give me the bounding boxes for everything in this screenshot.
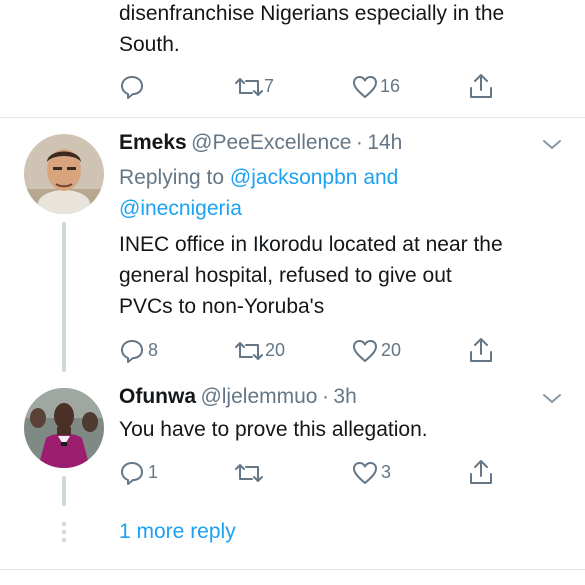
retweet-count: 7 [264, 76, 275, 96]
share-icon [470, 74, 492, 98]
mention-link[interactable]: @jacksonpbn [230, 166, 358, 189]
timestamp[interactable]: 3h [333, 385, 356, 408]
reply-button-top[interactable] [119, 74, 145, 102]
like-icon [353, 340, 377, 362]
like-button[interactable]: 3 [352, 460, 412, 488]
reply-count: 1 [148, 462, 159, 482]
more-options-button[interactable] [540, 134, 564, 159]
reply-count: 8 [148, 340, 159, 360]
replying-to: Replying to @jacksonpbn and @inecnigeria [119, 166, 399, 220]
tweet-header: Emeks @PeeExcellence · 14h [119, 131, 402, 155]
chevron-down-icon [543, 394, 561, 403]
chevron-down-icon [543, 140, 561, 149]
more-options-button[interactable] [540, 388, 564, 413]
tweet-text: You have to prove this allegation. [119, 418, 428, 441]
retweet-count: 20 [265, 340, 286, 360]
reply-button[interactable]: 1 [119, 460, 179, 488]
display-name[interactable]: Emeks [119, 131, 187, 154]
retweet-icon [235, 342, 263, 360]
retweet-icon [235, 78, 263, 96]
share-icon [470, 460, 492, 484]
like-count: 3 [381, 462, 392, 482]
divider [0, 117, 585, 118]
divider [0, 569, 585, 570]
like-count: 20 [381, 340, 402, 360]
user-handle[interactable]: @ljelemmuo [200, 385, 317, 408]
share-button[interactable] [467, 336, 495, 364]
thread-line [62, 222, 66, 372]
like-count: 16 [380, 76, 401, 96]
avatar[interactable] [24, 388, 104, 468]
tweet-header: Ofunwa @ljelemmuo · 3h [119, 385, 357, 409]
share-icon [470, 338, 492, 362]
tweet-text: INEC office in Ikorodu located at near t… [119, 233, 503, 318]
reply-icon [121, 340, 143, 363]
separator: · [321, 385, 329, 408]
timestamp[interactable]: 14h [367, 131, 402, 154]
retweet-button[interactable] [234, 460, 274, 488]
reply-button[interactable]: 8 [119, 338, 179, 366]
more-replies-link[interactable]: 1 more reply [119, 520, 236, 544]
user-handle[interactable]: @PeeExcellence [191, 131, 351, 154]
avatar[interactable] [24, 134, 104, 214]
mention-link[interactable]: @inecnigeria [119, 197, 242, 220]
like-icon [353, 462, 377, 484]
separator: · [355, 131, 363, 154]
reply-icon [121, 76, 143, 99]
display-name[interactable]: Ofunwa [119, 385, 196, 408]
share-button-top[interactable] [467, 72, 495, 100]
tweet-text-top: disenfranchise Nigerians especially in t… [119, 2, 505, 56]
more-replies-dots [62, 522, 66, 542]
retweet-icon [235, 464, 263, 482]
thread-line [62, 476, 66, 506]
retweet-button[interactable]: 20 [234, 338, 304, 366]
retweet-button-top[interactable]: 7 [234, 74, 294, 102]
like-button-top[interactable]: 16 [352, 74, 412, 102]
share-button[interactable] [467, 458, 495, 486]
like-icon [353, 76, 377, 98]
reply-icon [121, 462, 143, 485]
like-button[interactable]: 20 [352, 338, 412, 366]
